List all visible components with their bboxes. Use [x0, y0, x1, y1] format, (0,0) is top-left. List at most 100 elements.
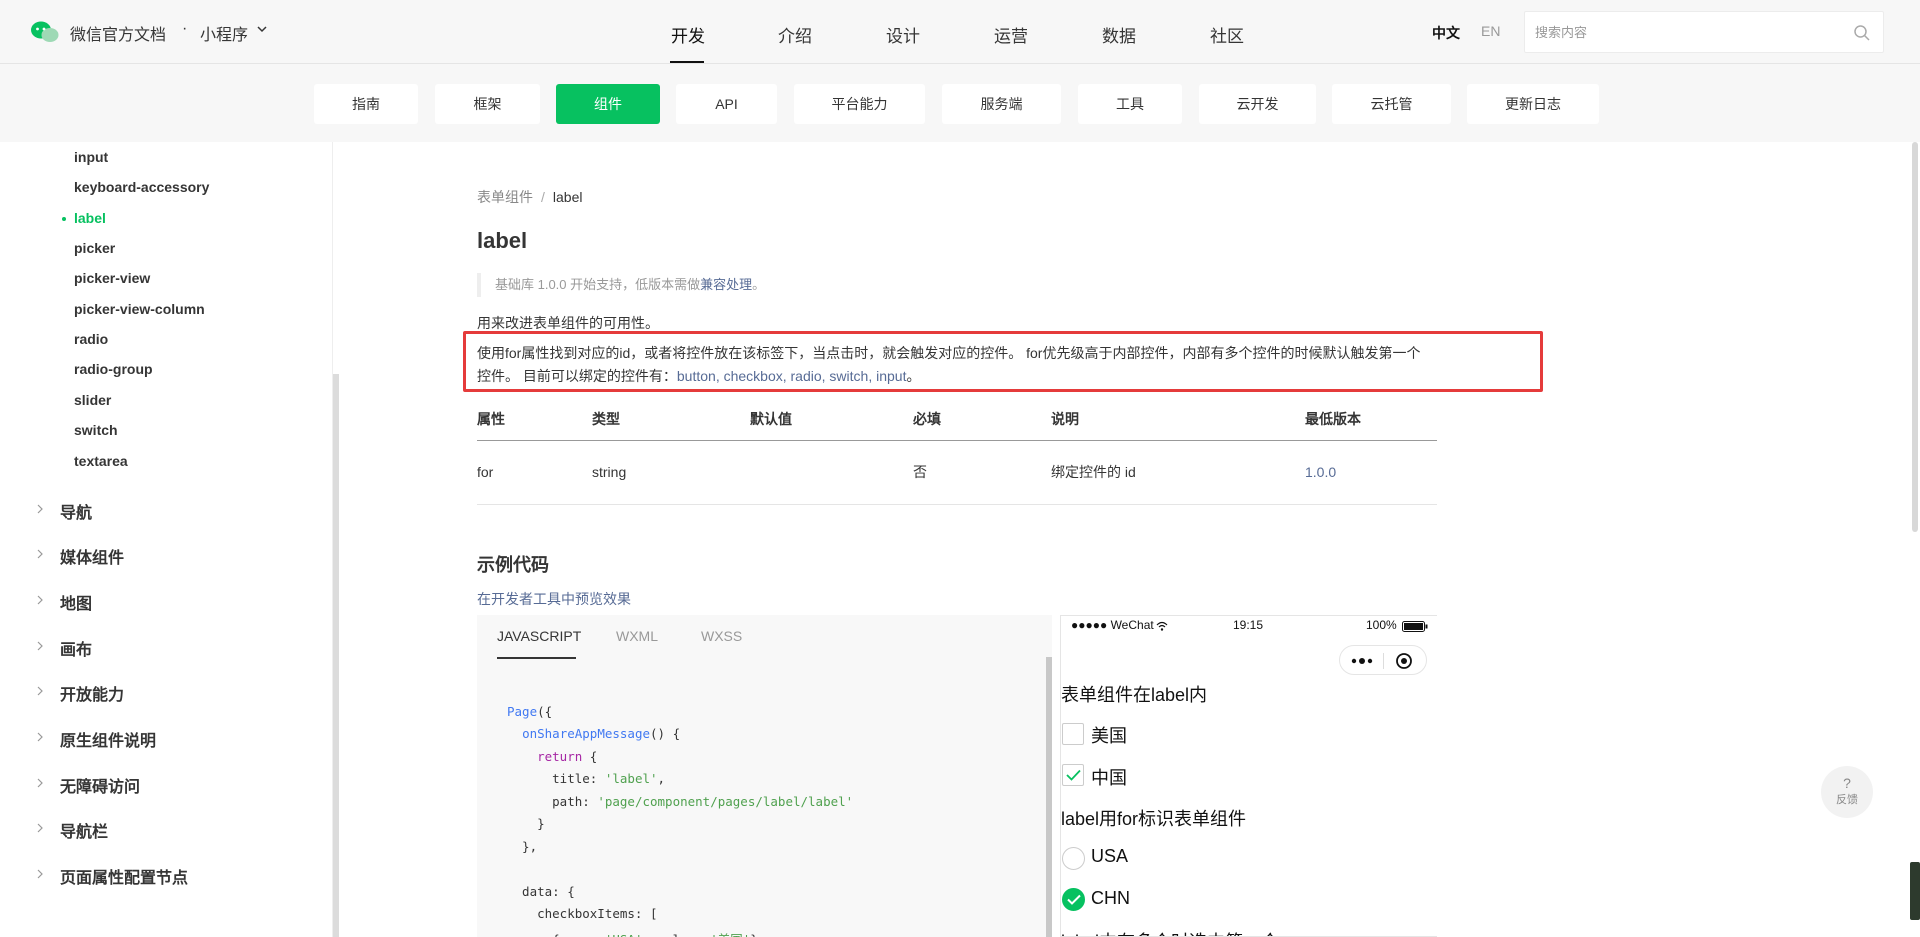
tab-framework[interactable]: 框架	[435, 84, 540, 124]
chevron-down-icon[interactable]	[256, 23, 268, 35]
radio-checked[interactable]	[1062, 888, 1085, 911]
sidebar-item-picker-view[interactable]: picker-view	[74, 270, 150, 286]
tab-api[interactable]: API	[676, 84, 777, 124]
lang-zh[interactable]: 中文	[1432, 23, 1460, 43]
chevron-right-icon[interactable]	[36, 595, 44, 605]
nav-operations[interactable]: 运营	[994, 22, 1028, 47]
table-cell: 绑定控件的 id	[1051, 440, 1305, 505]
radio-label[interactable]: USA	[1091, 846, 1128, 867]
support-note: 基础库 1.0.0 开始支持，低版本需做兼容处理。	[477, 273, 765, 297]
sidebar-item-input[interactable]: input	[74, 149, 108, 165]
sidebar-item-slider[interactable]: slider	[74, 392, 111, 408]
chevron-right-icon[interactable]	[36, 549, 44, 559]
tab-server[interactable]: 服务端	[942, 84, 1061, 124]
feedback-button[interactable]: ? 反馈	[1821, 766, 1873, 818]
compat-link[interactable]: 兼容处理	[700, 277, 752, 292]
table-cell: for	[477, 440, 592, 505]
sidebar-group-page-config[interactable]: 页面属性配置节点	[60, 864, 188, 888]
table-cell: string	[592, 440, 750, 505]
preview-in-devtools-link[interactable]: 在开发者工具中预览效果	[477, 589, 631, 609]
sidebar-group-navbar[interactable]: 导航栏	[60, 818, 108, 842]
sidebar: input keyboard-accessory label picker pi…	[0, 142, 333, 937]
breadcrumb-separator: /	[541, 189, 545, 205]
sidebar-group-open-capability[interactable]: 开放能力	[60, 681, 124, 705]
sidebar-group-native-components[interactable]: 原生组件说明	[60, 727, 156, 751]
status-carrier: ●●●●● WeChat	[1071, 618, 1154, 632]
page-title: label	[477, 228, 528, 253]
description-summary: 用来改进表单组件的可用性。	[477, 315, 659, 331]
phone-section-title: 表单组件在label内	[1061, 685, 1208, 705]
sidebar-group-canvas[interactable]: 画布	[60, 636, 92, 660]
sidebar-item-switch[interactable]: switch	[74, 422, 118, 438]
checkbox-checked[interactable]	[1062, 764, 1084, 786]
sidebar-group-navigation[interactable]: 导航	[60, 499, 92, 523]
code-line: data: {	[507, 884, 575, 899]
phone-section-title: label用for标识表单组件	[1061, 809, 1247, 829]
checkbox-label[interactable]: 美国	[1091, 722, 1127, 748]
brand-title[interactable]: 微信官方文档	[70, 21, 166, 45]
support-note-text: 基础库 1.0.0 开始支持，低版本需做	[495, 277, 701, 292]
chevron-right-icon[interactable]	[36, 641, 44, 651]
tab-cloud-hosting[interactable]: 云托管	[1332, 84, 1451, 124]
breadcrumb-parent[interactable]: 表单组件	[477, 189, 533, 205]
tab-guide[interactable]: 指南	[314, 84, 418, 124]
tab-changelog[interactable]: 更新日志	[1467, 84, 1599, 124]
radio[interactable]	[1062, 847, 1085, 870]
code-tab-wxml[interactable]: WXML	[616, 628, 658, 644]
tab-platform[interactable]: 平台能力	[794, 84, 925, 124]
support-note-suffix: 。	[752, 277, 766, 292]
code-scrollbar[interactable]	[1046, 657, 1052, 937]
chevron-right-icon[interactable]	[36, 778, 44, 788]
chevron-right-icon[interactable]	[36, 823, 44, 833]
sidebar-item-picker[interactable]: picker	[74, 240, 115, 256]
brand-separator: ·	[182, 20, 188, 37]
code-line: path: 'page/component/pages/label/label'	[507, 794, 854, 809]
sidebar-item-radio[interactable]: radio	[74, 331, 108, 347]
nav-intro[interactable]: 介绍	[778, 22, 812, 47]
wechat-logo-icon[interactable]	[30, 20, 60, 44]
code-tab-javascript[interactable]: JAVASCRIPT	[497, 628, 581, 644]
nav-design[interactable]: 设计	[886, 22, 920, 47]
checkmark-icon	[1066, 769, 1081, 781]
close-miniprogram-icon[interactable]	[1395, 652, 1413, 670]
search-box[interactable]	[1524, 11, 1884, 53]
product-switcher[interactable]: 小程序	[200, 21, 248, 45]
sidebar-item-label[interactable]: label	[74, 210, 106, 226]
table-header: 类型	[592, 404, 750, 441]
chevron-right-icon[interactable]	[36, 869, 44, 879]
sidebar-item-picker-view-column[interactable]: picker-view-column	[74, 301, 205, 317]
version-link[interactable]: 1.0.0	[1305, 440, 1437, 505]
search-icon[interactable]	[1853, 24, 1871, 42]
more-icon[interactable]	[1350, 655, 1374, 667]
chevron-right-icon[interactable]	[36, 686, 44, 696]
table-row: for string 否 绑定控件的 id 1.0.0	[477, 440, 1437, 505]
chevron-right-icon[interactable]	[36, 732, 44, 742]
category-tabs: 指南 框架 组件 API 平台能力 服务端 工具 云开发 云托管 更新日志	[0, 64, 1920, 142]
checkbox-label[interactable]: 中国	[1091, 764, 1127, 790]
checkmark-icon	[1067, 894, 1081, 905]
sidebar-group-media[interactable]: 媒体组件	[60, 544, 124, 568]
lang-en[interactable]: EN	[1481, 23, 1500, 39]
tab-tools[interactable]: 工具	[1078, 84, 1182, 124]
chevron-right-icon[interactable]	[36, 504, 44, 514]
sidebar-item-keyboard-accessory[interactable]: keyboard-accessory	[74, 179, 209, 195]
sidebar-scrollbar[interactable]	[333, 374, 339, 937]
feedback-label: 反馈	[1836, 794, 1858, 806]
sidebar-group-map[interactable]: 地图	[60, 590, 92, 614]
nav-community[interactable]: 社区	[1210, 22, 1244, 47]
nav-active-indicator	[670, 61, 704, 63]
tab-cloud-dev[interactable]: 云开发	[1199, 84, 1316, 124]
tab-components[interactable]: 组件	[556, 84, 660, 124]
nav-develop[interactable]: 开发	[671, 22, 705, 47]
search-input[interactable]	[1535, 22, 1835, 42]
code-tab-wxss[interactable]: WXSS	[701, 628, 742, 644]
code-tab-indicator	[497, 657, 576, 659]
sidebar-item-textarea[interactable]: textarea	[74, 453, 128, 469]
nav-data[interactable]: 数据	[1102, 22, 1136, 47]
page-scrollbar[interactable]	[1912, 142, 1918, 532]
radio-label[interactable]: CHN	[1091, 888, 1130, 909]
checkbox[interactable]	[1062, 723, 1084, 745]
sidebar-item-radio-group[interactable]: radio-group	[74, 361, 153, 377]
example-section-title: 示例代码	[477, 555, 549, 575]
sidebar-group-accessibility[interactable]: 无障碍访问	[60, 773, 140, 797]
